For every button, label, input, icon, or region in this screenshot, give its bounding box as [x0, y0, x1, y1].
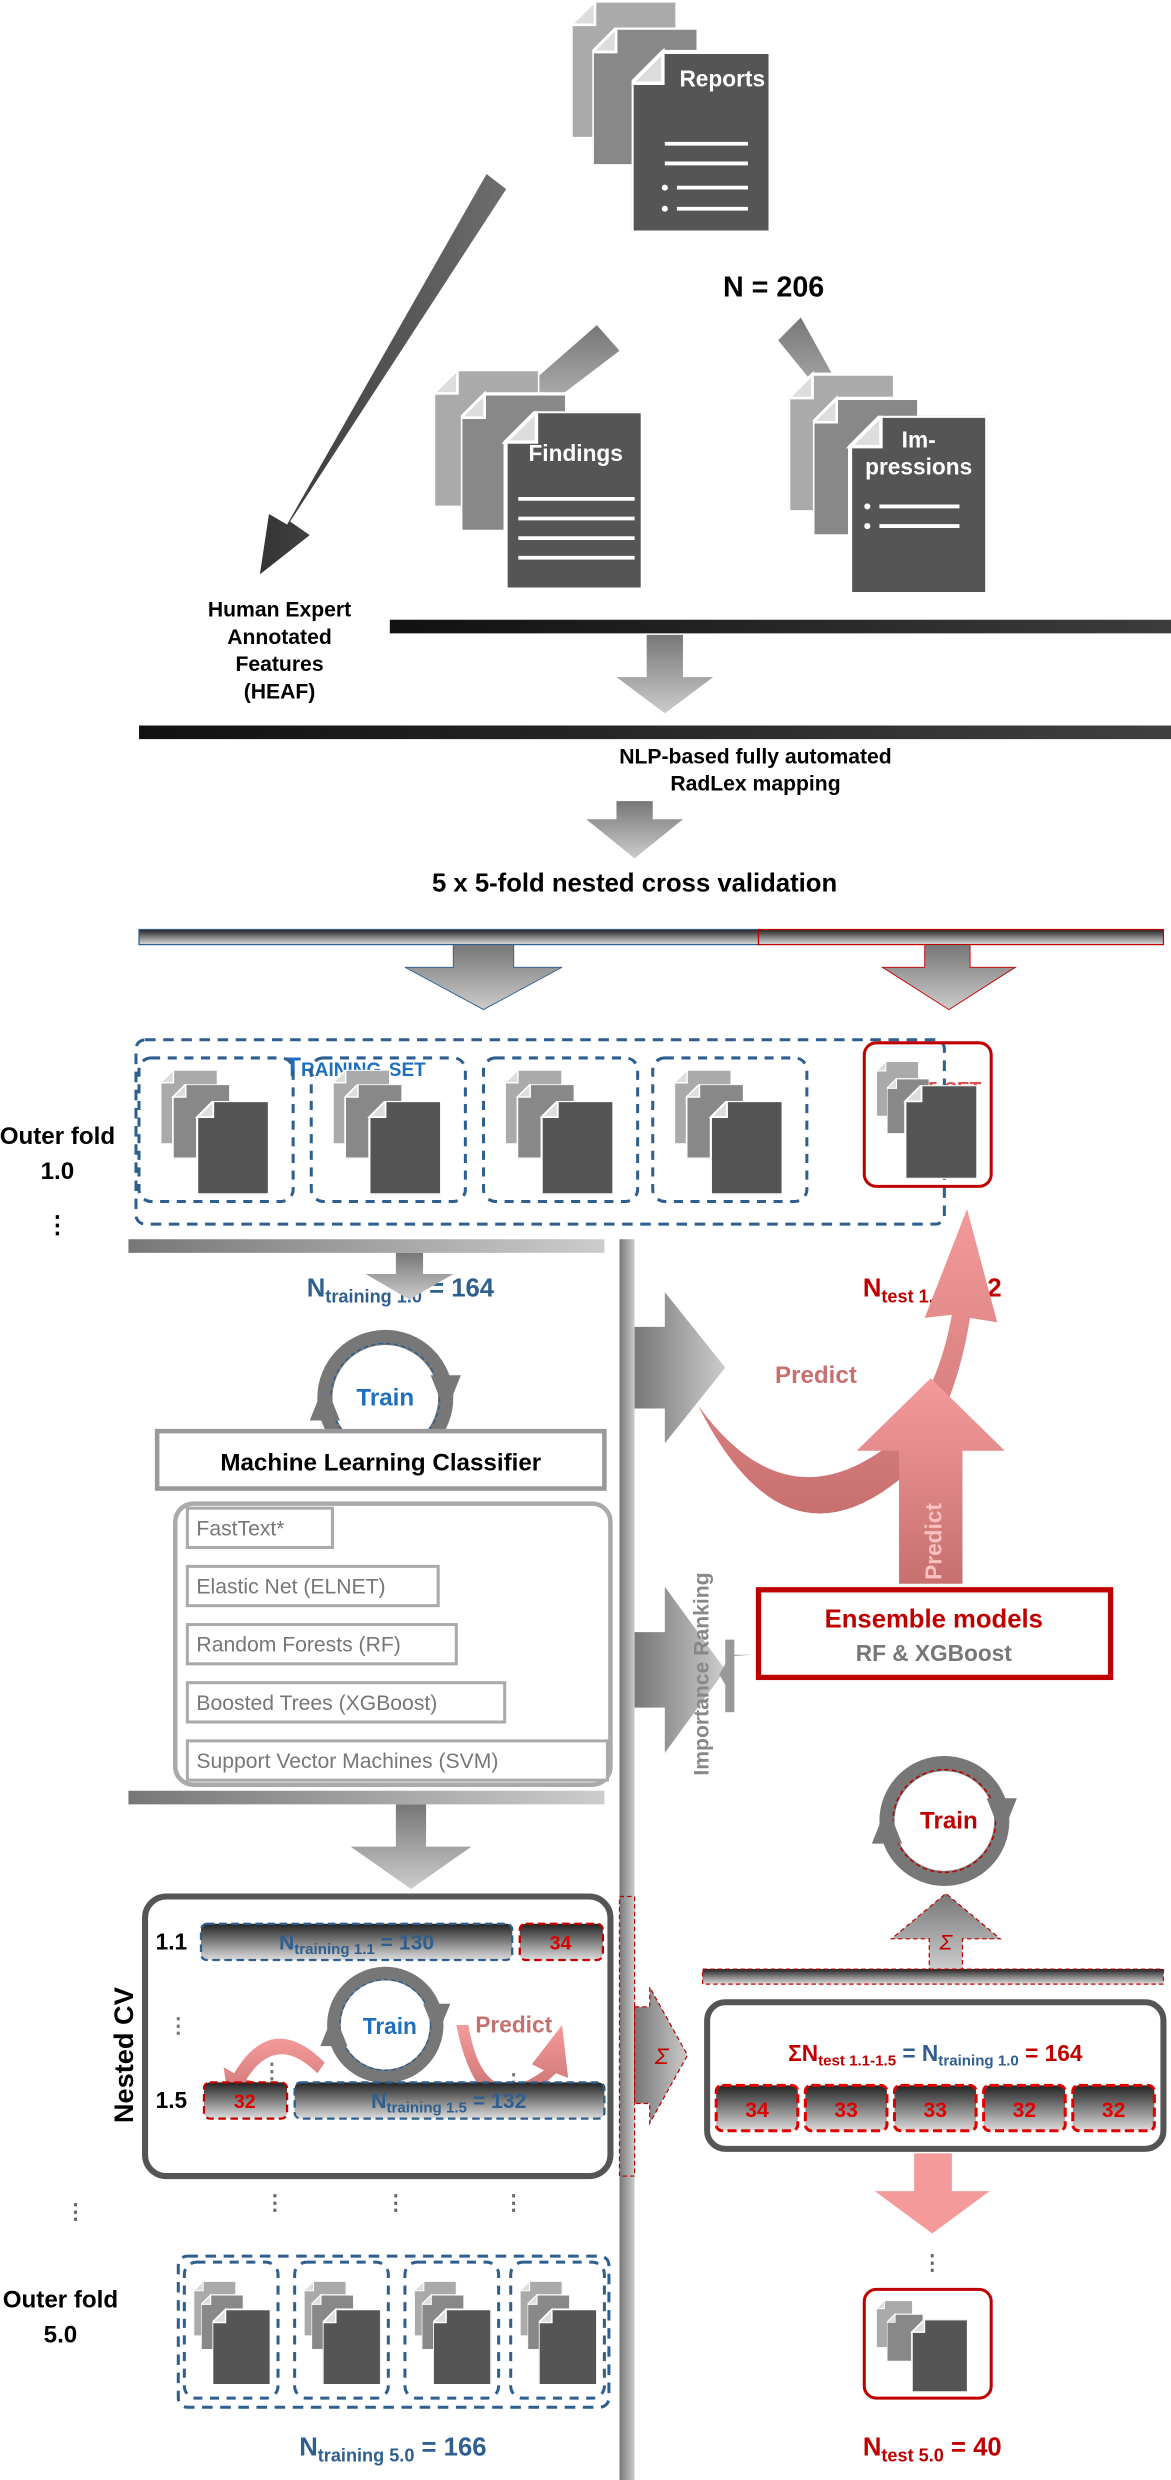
impressions-label-2: pressions [865, 454, 972, 480]
doc-stack-icon [481, 1056, 640, 1203]
merge-bar [389, 619, 1171, 634]
cv-title: 5 x 5-fold nested cross validation [432, 870, 837, 898]
svg-text:Human Expert: Human Expert [208, 599, 351, 622]
test-count-value: 32 [1102, 2099, 1126, 2122]
training-doc-groups-5 [182, 2260, 606, 2400]
down-arrow-outer-test [874, 2153, 990, 2234]
fold-ellipses: ⋮ ⋮ ⋮ ⋮ [65, 2191, 524, 2223]
test-count-value: 33 [924, 2099, 948, 2122]
classifier-label: Random Forests (RF) [196, 1634, 400, 1657]
test-count-value: 33 [834, 2099, 858, 2122]
combine-bar [139, 725, 1171, 740]
nlp-label: NLP-based fully automated RadLex mapping [619, 745, 892, 795]
classifier-label: Support Vector Machines (SVM) [196, 1750, 498, 1773]
svg-text:NLP-based fully automated: NLP-based fully automated [619, 745, 892, 768]
svg-text:⋮: ⋮ [385, 2191, 406, 2214]
row-1-5-id: 1.5 [156, 2087, 188, 2113]
row-1-1-id: 1.1 [156, 1928, 188, 1954]
n-training-5: Ntraining 5.0 = 166 [299, 2434, 486, 2466]
ranking-connector [725, 1639, 735, 1713]
sigma-horizontal-bar [701, 1968, 1165, 1985]
impressions-label-1: Im- [902, 426, 936, 452]
findings-stack-icon [433, 367, 643, 590]
train-label-nested: Train [363, 2013, 417, 2039]
test-count-value: 34 [745, 2099, 769, 2122]
ml-classifier-title: Machine Learning Classifier [220, 1449, 541, 1476]
test-doc-stack-5-icon [876, 2299, 969, 2393]
classifier-label: Boosted Trees (XGBoost) [196, 1692, 437, 1715]
doc-stack-icon [137, 1056, 295, 1203]
down-arrow-test [880, 944, 1017, 1011]
svg-text:Features: Features [235, 653, 323, 676]
down-arrow-cv [586, 801, 683, 859]
row-1-5-test-value: 32 [234, 2091, 256, 2113]
svg-text:Annotated: Annotated [227, 626, 332, 649]
down-arrow-nested [350, 1804, 472, 1889]
sigma-vertical-bar [618, 1895, 636, 2177]
right-arrow-predict [634, 1292, 726, 1444]
findings-label: Findings [528, 440, 622, 466]
predict-label-nested: Predict [475, 2012, 552, 2038]
split-bar-train [138, 928, 760, 946]
ellipsis-test: ⋮ [922, 2252, 943, 2275]
svg-text:⋮: ⋮ [503, 2191, 524, 2214]
sigma-label-2: Σ [939, 1931, 954, 1954]
ensemble-subtitle: RF & XGBoost [856, 1640, 1013, 1666]
reports-label: Reports [679, 65, 765, 91]
row-1-1-test-value: 34 [550, 1932, 572, 1954]
n-test-5: Ntest 5.0 = 40 [863, 2434, 1002, 2466]
doc-stack-icon [651, 1056, 809, 1203]
down-arrow-nlp [616, 634, 714, 714]
nested-cv-diagram: Reports N = 206 Findings Im- pressions H… [0, 0, 1171, 2480]
sigma-label-1: Σ [654, 2043, 670, 2069]
svg-text:⋮: ⋮ [168, 2015, 189, 2038]
outer-fold-5-label: Outer fold 5.0 [3, 2286, 118, 2348]
split-bar-test [757, 928, 1165, 946]
outer-fold-1-label: Outer fold 1.0 [0, 1123, 115, 1185]
svg-text:(HEAF): (HEAF) [244, 680, 316, 703]
svg-text:⋮: ⋮ [65, 2200, 86, 2223]
heaf-label: Human Expert Annotated Features (HEAF) [208, 599, 351, 704]
n-total: N = 206 [723, 271, 824, 303]
predict-label-main: Predict [775, 1362, 857, 1389]
doc-stack-icon [403, 2260, 501, 2400]
impressions-stack-icon [788, 372, 988, 594]
doc-stack-icon [182, 2260, 280, 2400]
test-count-boxes: 34 33 33 32 32 [714, 2083, 1156, 2133]
importance-ranking-label: Importance Ranking [691, 1572, 714, 1775]
training-doc-groups [137, 1056, 809, 1203]
vertical-bar [619, 1239, 635, 2480]
bar-to-train [128, 1239, 605, 1253]
ellipsis: ⋮ [45, 1212, 69, 1239]
predict-label-vertical: Predict [920, 1503, 946, 1580]
train-label-main: Train [356, 1384, 414, 1411]
down-arrow-training [404, 944, 563, 1011]
classifier-label: Elastic Net (ELNET) [196, 1576, 385, 1599]
doc-stack-icon [509, 2260, 606, 2400]
svg-text:RadLex mapping: RadLex mapping [670, 772, 840, 795]
left-arrow-ensemble [719, 1654, 753, 1693]
train-label-ensemble: Train [920, 1808, 978, 1835]
bar-to-nested [128, 1790, 605, 1805]
reports-stack-icon [571, 0, 770, 233]
classifier-label: FastText* [196, 1517, 284, 1540]
nested-cv-label: Nested CV [108, 1987, 139, 2123]
doc-stack-icon [293, 2260, 390, 2400]
svg-text:⋮: ⋮ [261, 2060, 282, 2083]
svg-text:⋮: ⋮ [264, 2191, 285, 2214]
ensemble-title: Ensemble models [825, 1606, 1043, 1634]
test-count-value: 32 [1013, 2099, 1037, 2122]
